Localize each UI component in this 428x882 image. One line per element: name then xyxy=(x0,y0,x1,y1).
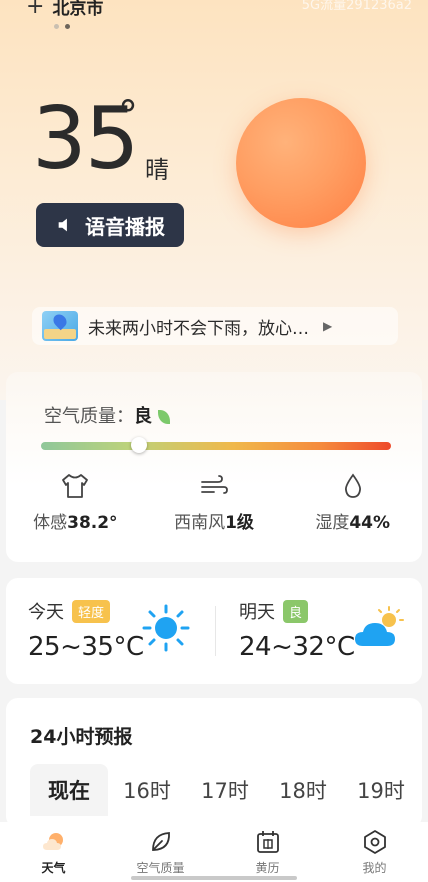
city-name[interactable]: 北京市 xyxy=(52,0,103,19)
hour-tab[interactable]: 17时 xyxy=(186,764,264,816)
wind-icon xyxy=(201,475,228,494)
top-bar: + 北京市 xyxy=(26,0,103,19)
leaf-icon xyxy=(158,410,170,424)
weather-icon xyxy=(42,832,63,850)
air-quality-indicator xyxy=(131,437,147,453)
tab-weather[interactable]: 天气 xyxy=(0,822,107,882)
tab-almanac[interactable]: 黄历 xyxy=(214,822,321,882)
aqi-badge: 良 xyxy=(283,599,309,623)
calendar-icon xyxy=(256,830,279,853)
weather-metrics: 体感38.2° 西南风1级 湿度44% xyxy=(6,472,422,533)
cloud-sun-icon xyxy=(355,606,404,646)
tab-label: 空气质量 xyxy=(136,860,185,875)
tab-label: 我的 xyxy=(362,860,387,875)
sun-icon xyxy=(236,98,366,228)
forecast-divider xyxy=(215,606,216,656)
metric-label: 体感 xyxy=(33,513,68,533)
metric-value: 1级 xyxy=(225,513,254,533)
play-triangle-icon: ▶ xyxy=(323,319,333,333)
hour-tab-now[interactable]: 现在 xyxy=(30,764,108,816)
home-indicator[interactable] xyxy=(131,876,297,880)
page-dots xyxy=(54,24,70,29)
aqi-badge: 轻度 xyxy=(72,599,111,623)
hour-tab[interactable]: 16时 xyxy=(108,764,186,816)
voice-broadcast-label: 语音播报 xyxy=(85,214,165,239)
tab-label: 天气 xyxy=(41,860,66,875)
forecast-day-label: 今天 xyxy=(28,602,64,623)
metric-feels-like: 体感38.2° xyxy=(6,472,145,533)
daily-forecast-card[interactable]: 今天 轻度 25~35°C 明天 良 24~32°C xyxy=(6,578,422,684)
speaker-icon xyxy=(58,218,67,232)
weather-condition: 晴 xyxy=(145,156,169,184)
hourly-title: 24小时预报 xyxy=(30,726,133,748)
tab-air-quality[interactable]: 空气质量 xyxy=(107,822,214,882)
air-quality-label: 空气质量： xyxy=(44,406,134,427)
add-city-icon[interactable]: + xyxy=(26,0,44,18)
metric-value: 44% xyxy=(349,513,391,533)
metric-value: 38.2° xyxy=(67,513,118,533)
metric-humidity: 湿度44% xyxy=(283,472,422,533)
profile-hex-icon xyxy=(363,829,386,854)
droplet-icon xyxy=(344,473,361,498)
temperature-range: 25~35°C xyxy=(28,632,144,662)
page-dot xyxy=(54,24,59,29)
hourly-forecast-card: 24小时预报 现在 16时 17时 18时 19时 xyxy=(6,698,422,828)
forecast-day-label: 明天 xyxy=(239,602,275,623)
forecast-today[interactable]: 今天 轻度 25~35°C xyxy=(28,598,228,668)
watermark-text: 5G流量291236a2 xyxy=(301,0,412,13)
voice-broadcast-button[interactable]: 语音播报 xyxy=(36,203,184,247)
hour-tab[interactable]: 19时 xyxy=(342,764,420,816)
rain-forecast-text: 未来两小时不会下雨，放心… xyxy=(88,318,309,339)
hour-tab[interactable]: 18时 xyxy=(264,764,342,816)
degree-symbol: ° xyxy=(118,93,138,139)
tab-label: 黄历 xyxy=(255,860,280,875)
forecast-tomorrow[interactable]: 明天 良 24~32°C xyxy=(239,598,428,668)
metric-label: 西南风 xyxy=(174,513,226,533)
rain-forecast-banner[interactable]: 未来两小时不会下雨，放心… ▶ xyxy=(32,307,398,345)
rain-map-icon xyxy=(42,311,78,341)
air-quality-level: 良 xyxy=(134,406,152,427)
bottom-tab-bar: 天气 空气质量 黄历 我的 xyxy=(0,822,428,882)
air-quality-title: 空气质量：良 xyxy=(44,402,170,428)
air-quality-bar xyxy=(41,437,391,453)
sun-icon xyxy=(142,604,190,652)
air-quality-card[interactable]: 空气质量：良 体感38.2° 西南风1级 湿度44% xyxy=(6,372,422,562)
tab-profile[interactable]: 我的 xyxy=(321,822,428,882)
leaf-icon xyxy=(151,831,170,851)
metric-wind: 西南风1级 xyxy=(145,472,284,533)
hourly-tabs: 现在 16时 17时 18时 19时 xyxy=(30,764,420,816)
page-dot-active xyxy=(65,24,70,29)
metric-label: 湿度 xyxy=(315,513,350,533)
shirt-icon xyxy=(62,474,89,498)
